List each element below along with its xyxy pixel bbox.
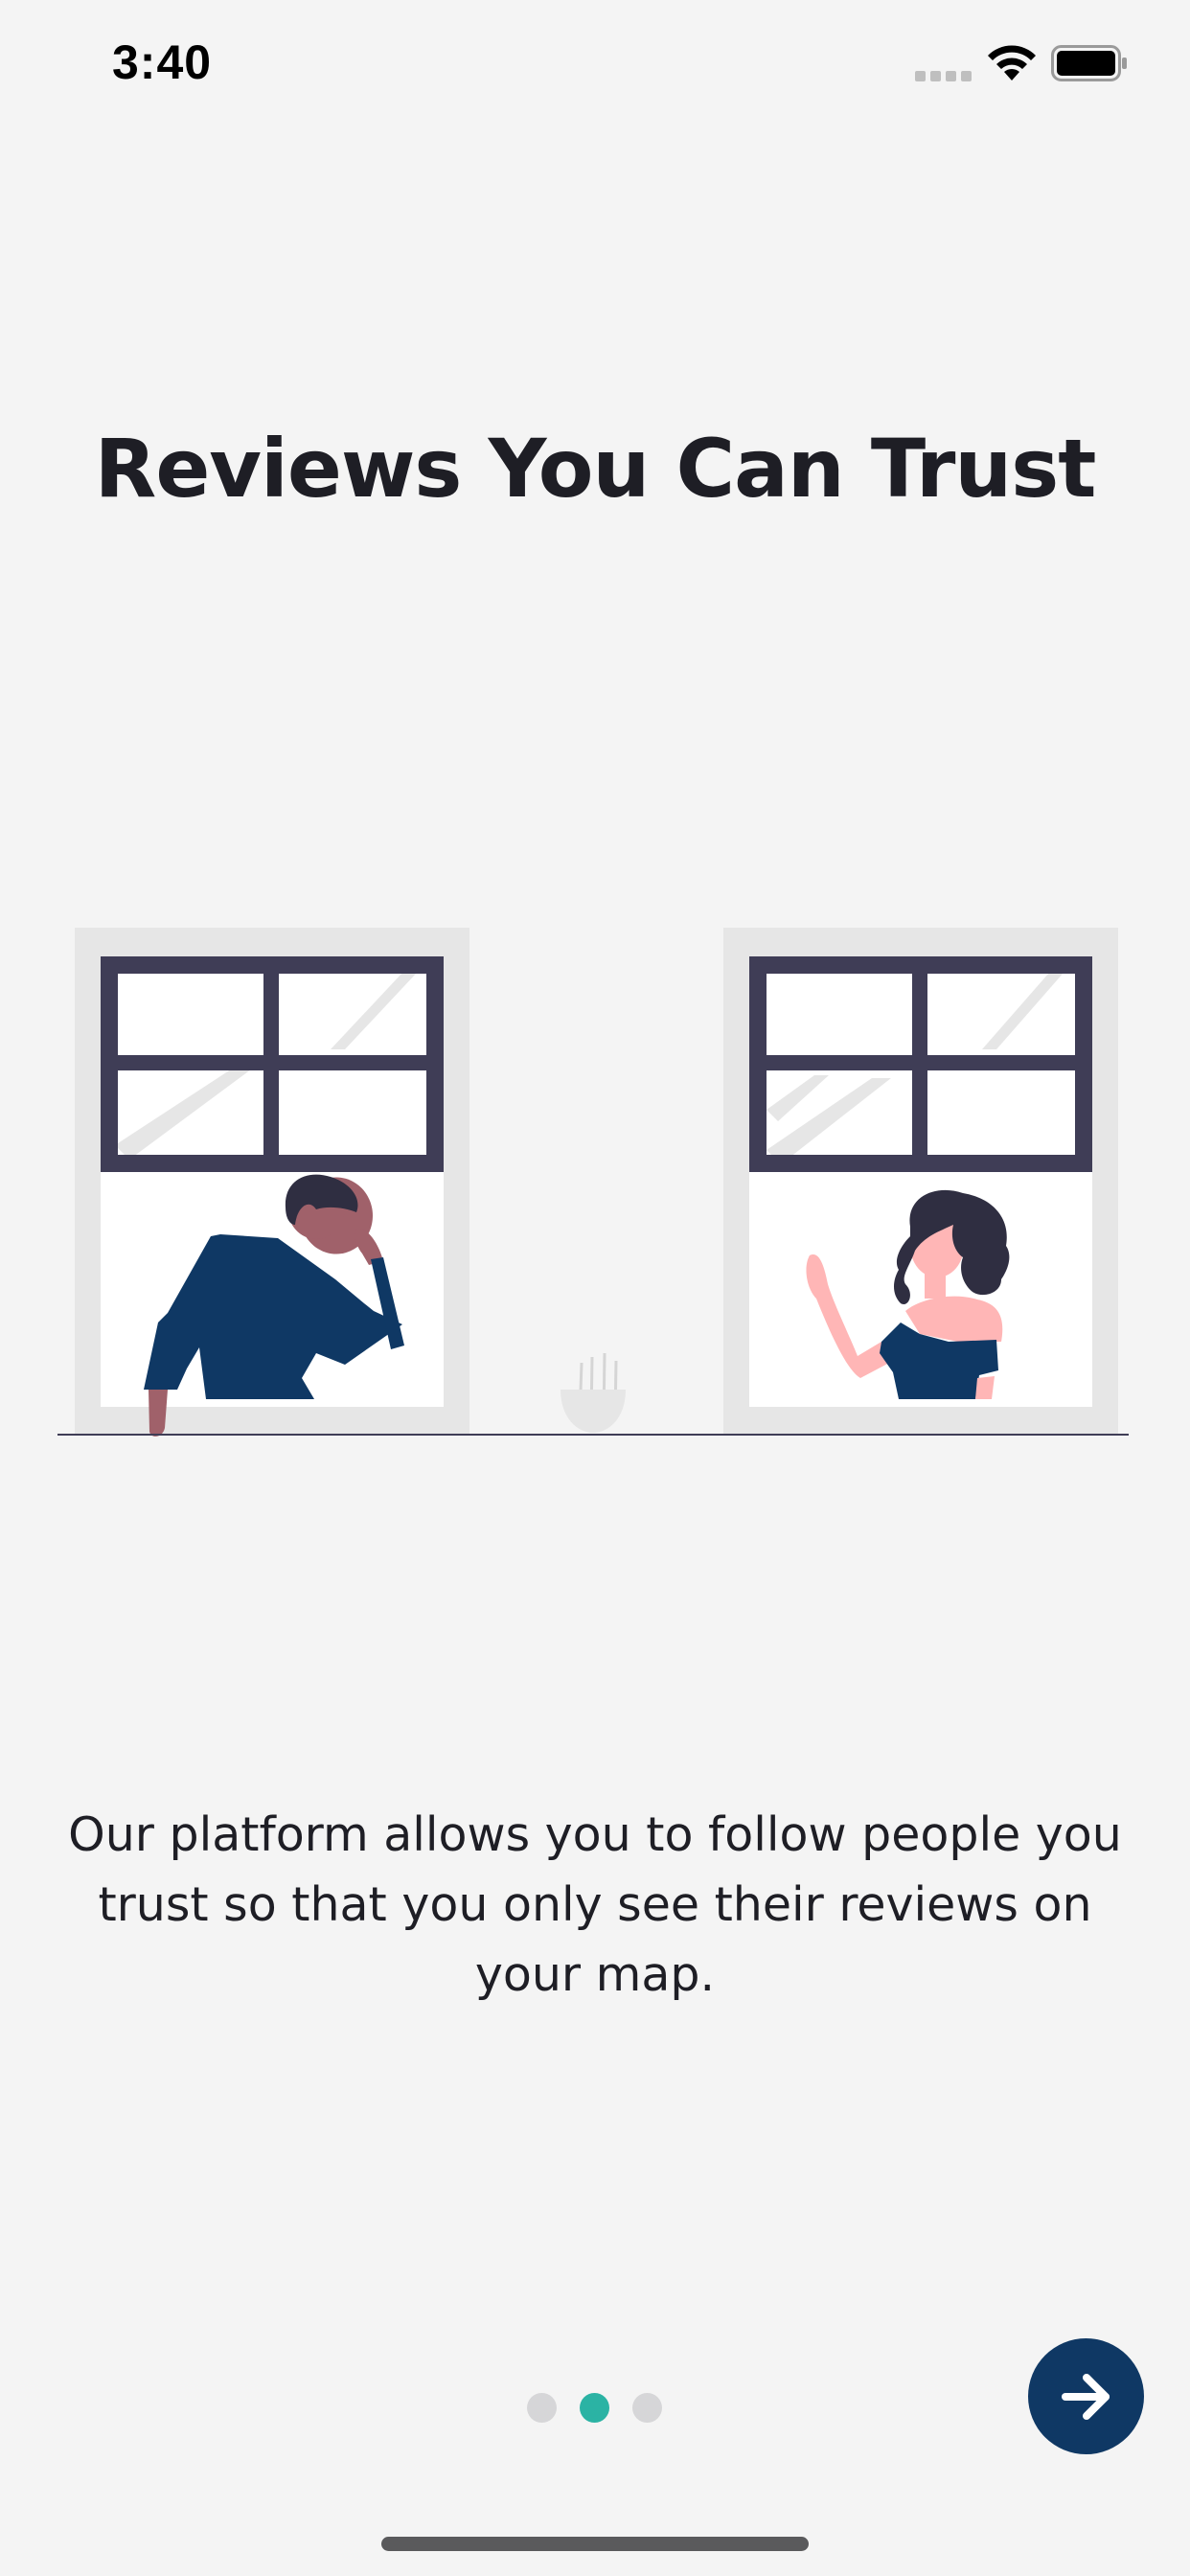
right-window xyxy=(723,928,1118,1436)
page-dot-3[interactable] xyxy=(632,2393,662,2423)
onboarding-description: Our platform allows you to follow people… xyxy=(68,1807,1122,2002)
battery-icon xyxy=(1051,45,1127,81)
plant-pot xyxy=(561,1352,626,1433)
left-window xyxy=(75,928,469,1437)
page-dot-1[interactable] xyxy=(527,2393,557,2423)
next-button[interactable] xyxy=(1028,2338,1144,2454)
onboarding-title: Reviews You Can Trust xyxy=(94,422,1097,516)
cellular-signal-icon xyxy=(915,71,972,81)
status-time: 3:40 xyxy=(112,35,213,89)
two-people-waving-from-windows-illustration xyxy=(57,928,1129,1437)
status-bar: 3:40 xyxy=(0,0,1190,134)
page-dot-2-active[interactable] xyxy=(580,2393,609,2423)
home-indicator[interactable] xyxy=(381,2537,809,2551)
page-indicator xyxy=(527,2393,662,2423)
arrow-right-icon xyxy=(1061,2373,1110,2420)
wifi-icon xyxy=(988,45,1036,80)
